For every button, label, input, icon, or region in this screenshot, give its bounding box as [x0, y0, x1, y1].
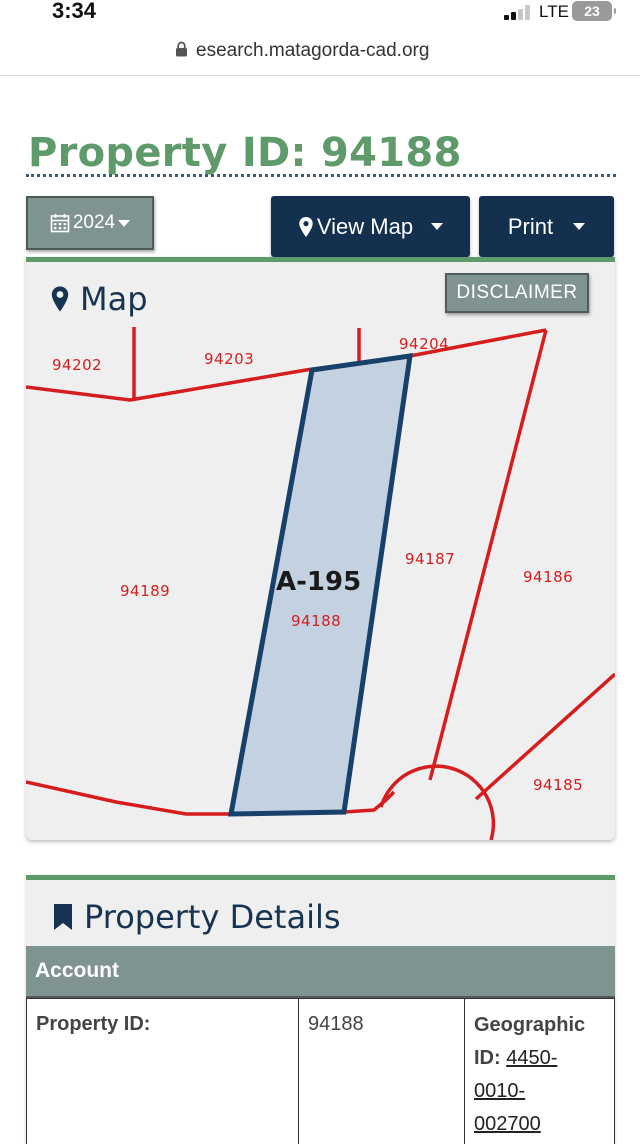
year-select-label: 2024 — [72, 212, 116, 233]
parcel-label[interactable]: 94186 — [523, 568, 573, 586]
table-row: Property ID: 94188 Geographic ID: 4450- 0… — [26, 998, 615, 1144]
map-heading: Map — [50, 280, 148, 318]
property-details-heading: Property Details — [52, 898, 341, 936]
geographic-id-part[interactable]: 0010- — [474, 1080, 525, 1102]
property-details-panel: Property Details Account Property ID: 94… — [26, 875, 615, 1144]
battery-icon: 23 — [572, 1, 616, 21]
geographic-id-label-2: ID: — [474, 1047, 501, 1069]
geographic-id-part[interactable]: 4450- — [506, 1047, 557, 1069]
parcel-label[interactable]: 94189 — [120, 582, 170, 600]
chevron-down-icon — [118, 219, 131, 227]
chevron-down-icon — [431, 223, 444, 230]
parcel-boundary — [26, 328, 547, 402]
chevron-down-icon — [573, 223, 586, 230]
url-text[interactable]: esearch.matagorda-cad.org — [196, 40, 429, 62]
disclaimer-button[interactable]: DISCLAIMER — [445, 273, 589, 313]
parcel-label[interactable]: 94202 — [52, 356, 102, 374]
bookmark-icon — [54, 904, 72, 930]
account-section-header: Account — [26, 946, 615, 998]
parcel-boundary — [26, 780, 231, 816]
address-bar[interactable]: esearch.matagorda-cad.org — [0, 30, 640, 76]
map-marker-icon — [299, 216, 313, 237]
property-id-label: Property ID: — [26, 998, 299, 1144]
status-time: 3:34 — [52, 0, 97, 23]
property-details-header: Property Details — [26, 880, 615, 946]
parcel-boundary — [379, 764, 496, 840]
map-panel: Map DISCLAIMER 94202 94203 94204 94189 A… — [26, 257, 615, 840]
title-divider — [26, 174, 616, 177]
status-bar: 3:34 LTE 23 — [0, 0, 640, 30]
cellular-signal-icon — [504, 5, 534, 20]
geographic-id-label-1: Geographic — [474, 1014, 586, 1036]
network-type: LTE — [539, 2, 569, 21]
parcel-map[interactable] — [26, 262, 615, 840]
parcel-label[interactable]: 94187 — [405, 550, 455, 568]
property-details-title: Property Details — [84, 898, 341, 936]
view-map-label: View Map — [316, 213, 414, 239]
parcel-label[interactable]: 94203 — [204, 350, 254, 368]
print-label: Print — [507, 213, 554, 239]
abstract-label: A-195 — [276, 567, 362, 597]
geographic-id-part[interactable]: 002700 — [474, 1113, 541, 1135]
page-title: Property ID: 94188 — [28, 130, 462, 176]
view-map-button[interactable]: View Map — [271, 196, 470, 257]
parcel-label[interactable]: 94204 — [399, 335, 449, 353]
map-heading-text: Map — [80, 280, 148, 318]
parcel-label-selected[interactable]: 94188 — [291, 612, 341, 630]
parcel-label[interactable]: 94185 — [533, 776, 583, 794]
map-marker-icon — [51, 286, 69, 312]
geographic-id-cell: Geographic ID: 4450- 0010- 002700 — [464, 998, 615, 1144]
print-button[interactable]: Print — [479, 196, 614, 257]
property-id-value: 94188 — [298, 998, 465, 1144]
calendar-icon — [50, 214, 70, 233]
account-table: Property ID: 94188 Geographic ID: 4450- 0… — [26, 998, 615, 1144]
year-select-button[interactable]: 2024 — [26, 196, 154, 250]
lock-icon — [176, 41, 187, 57]
